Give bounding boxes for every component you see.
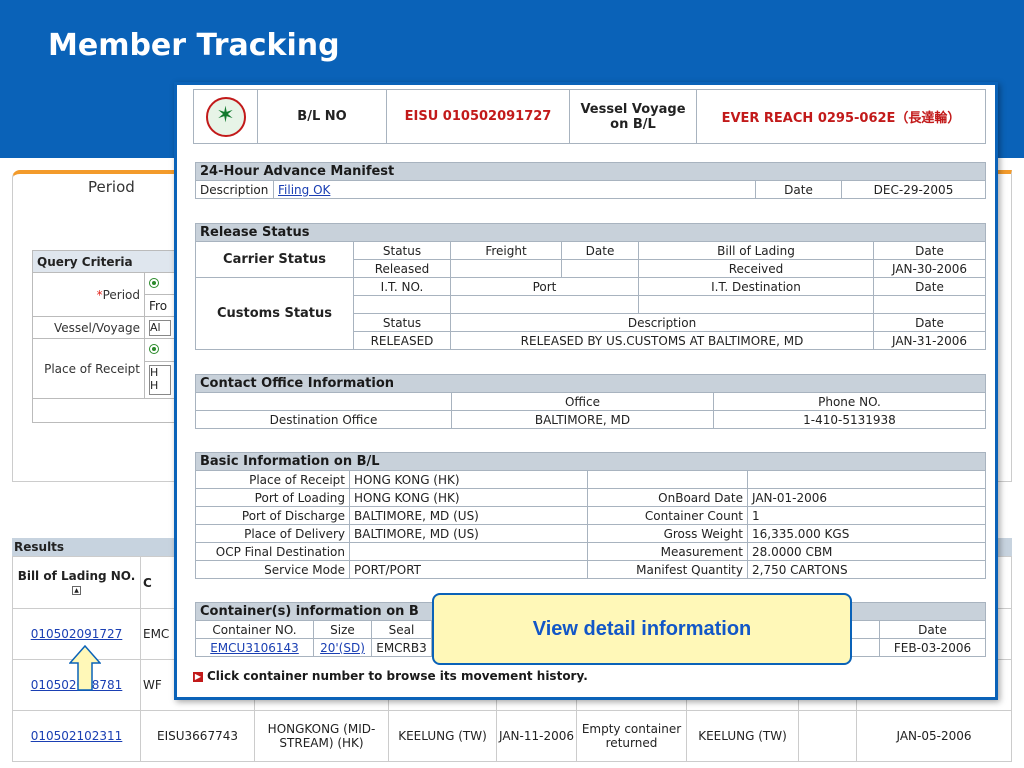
vessel-voyage-label: Vessel Voyage on B/L xyxy=(569,89,697,144)
bl-link[interactable]: 010502091727 xyxy=(31,627,123,641)
up-arrow-icon xyxy=(69,645,101,691)
size-link[interactable]: 20'(SD) xyxy=(320,641,365,655)
release-status-table: Release Status Carrier Status Status Fre… xyxy=(195,223,986,350)
sort-icon[interactable]: ▲ xyxy=(72,585,81,595)
slide-title: Member Tracking xyxy=(48,28,340,63)
vessel-voyage-value: EVER REACH 0295-062E（長達輪） xyxy=(696,89,986,144)
view-detail-callout: View detail information xyxy=(432,593,852,665)
manifest-table: 24-Hour Advance Manifest Description Fil… xyxy=(195,162,986,199)
arrow-right-icon: ▶ xyxy=(193,671,203,682)
contact-office-table: Contact Office Information Office Phone … xyxy=(195,374,986,429)
period-tab[interactable]: Period xyxy=(88,178,135,196)
vessel-voyage-label: Vessel/Voyage xyxy=(32,316,145,339)
col-bill-of-lading[interactable]: Bill of Lading NO. ▲ xyxy=(12,556,141,609)
container-link[interactable]: EMCU3106143 xyxy=(210,641,299,655)
bl-no-label: B/L NO xyxy=(257,89,387,144)
query-criteria-table: Query Criteria *Period Fro Vessel/Voyage… xyxy=(32,250,182,423)
basic-info-table: Basic Information on B/L Place of Receip… xyxy=(195,452,986,579)
container-hint: ▶ Click container number to browse its mo… xyxy=(193,669,588,683)
query-footer xyxy=(32,398,182,423)
query-criteria-header: Query Criteria xyxy=(32,250,182,273)
evergreen-logo xyxy=(193,89,258,144)
bl-no-value: EISU 010502091727 xyxy=(386,89,570,144)
place-of-receipt-label: Place of Receipt xyxy=(32,338,145,399)
bl-link[interactable]: 010502102311 xyxy=(31,729,123,743)
filing-ok-link[interactable]: Filing OK xyxy=(278,183,330,197)
table-row: 010502102311 EISU3667743 HONGKONG (MID-S… xyxy=(12,710,1012,762)
bl-header-table: B/L NO EISU 010502091727 Vessel Voyage o… xyxy=(193,89,986,144)
manifest-title: 24-Hour Advance Manifest xyxy=(195,162,986,181)
period-field-label: *Period xyxy=(32,272,145,317)
